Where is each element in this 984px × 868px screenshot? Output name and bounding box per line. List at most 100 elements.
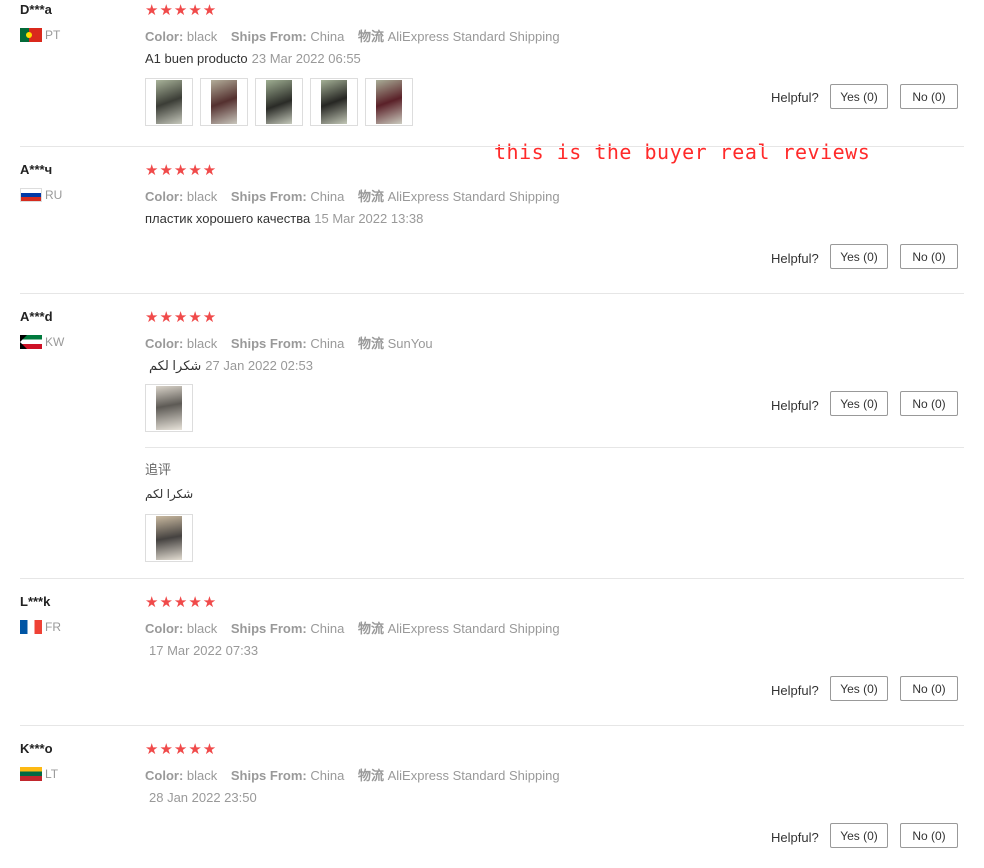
review-attributes: Color: black Ships From: China 物流 AliExp… [145,186,570,205]
helpful-label: Helpful? [771,251,819,266]
review-attributes: Color: black Ships From: China 物流 AliExp… [145,765,570,784]
logistics-label: 物流 [357,189,384,204]
annotation-overlay-text: this is the buyer real reviews [494,140,871,164]
color-value: black [186,189,218,204]
helpful-yes-button[interactable]: Yes (0) [830,391,888,416]
followup-label: 追评 [145,462,172,477]
review-date: 23 Mar 2022 06:55 [251,51,361,66]
reviewer-country: LT [20,767,58,781]
country-code: RU [45,188,63,202]
ships-from-value: China [310,621,345,636]
color-label: Color: [145,621,184,636]
followup-divider [145,447,964,448]
helpful-yes-button[interactable]: Yes (0) [830,84,888,109]
reviewer-name: A***ч [20,162,53,177]
review-feedback: A1 buen producto 23 Mar 2022 06:55 [145,51,361,66]
followup-text: شكرا لكم [145,487,194,501]
review-photo-thumbnail[interactable] [365,78,413,126]
review-photo-thumbnail[interactable] [200,78,248,126]
logistics-label: 物流 [357,621,384,636]
helpful-yes-button[interactable]: Yes (0) [830,676,888,701]
helpful-no-button[interactable]: No (0) [900,676,958,701]
review-date: 27 Jan 2022 02:53 [205,358,313,373]
review-feedback: 28 Jan 2022 23:50 [149,790,257,805]
review-photo-thumbnail[interactable] [145,78,193,126]
france-flag-icon [20,620,42,634]
review-divider [20,146,964,147]
kuwait-flag-icon [20,335,42,349]
color-value: black [186,29,218,44]
helpful-no-button[interactable]: No (0) [900,84,958,109]
review-photo-thumbnail[interactable] [310,78,358,126]
reviewer-country: RU [20,188,62,202]
reviewer-country: PT [20,28,60,42]
review-feedback: пластик хорошего качества 15 Mar 2022 13:… [145,211,423,226]
star-rating: ★★★★★ [145,594,218,611]
ships-from-value: China [310,29,345,44]
review-attributes: Color: black Ships From: China 物流 AliExp… [145,26,570,45]
country-code: PT [45,28,61,42]
helpful-label: Helpful? [771,830,819,845]
review-date: 28 Jan 2022 23:50 [149,790,257,805]
color-value: black [186,336,218,351]
russia-flag-icon [20,188,42,202]
ships-from-label: Ships From: [230,336,307,351]
reviewer-name: D***a [20,2,52,17]
shipping-value: AliExpress Standard Shipping [387,29,560,44]
helpful-label: Helpful? [771,398,819,413]
ships-from-label: Ships From: [230,768,307,783]
shipping-value: AliExpress Standard Shipping [387,189,560,204]
ships-from-value: China [310,768,345,783]
followup-photo-thumbnail[interactable] [145,514,193,562]
review-divider [20,578,964,579]
review-photo-thumbnail[interactable] [255,78,303,126]
helpful-no-button[interactable]: No (0) [900,391,958,416]
helpful-yes-button[interactable]: Yes (0) [830,823,888,848]
helpful-label: Helpful? [771,90,819,105]
helpful-yes-button[interactable]: Yes (0) [830,244,888,269]
review-text: A1 buen producto [145,51,248,66]
review-photo-thumbnail[interactable] [145,384,193,432]
portugal-flag-icon [20,28,42,42]
shipping-value: AliExpress Standard Shipping [387,768,560,783]
reviewer-name: L***k [20,594,51,609]
star-rating: ★★★★★ [145,162,218,179]
review-divider [20,293,964,294]
ships-from-value: China [310,336,345,351]
review-divider [20,725,964,726]
review-attributes: Color: black Ships From: China 物流 AliExp… [145,618,570,637]
star-rating: ★★★★★ [145,2,218,19]
review-feedback: شكرا لكم 27 Jan 2022 02:53 [149,358,313,374]
star-rating: ★★★★★ [145,309,218,326]
helpful-no-button[interactable]: No (0) [900,823,958,848]
helpful-label: Helpful? [771,683,819,698]
lithuania-flag-icon [20,767,42,781]
logistics-label: 物流 [357,29,384,44]
star-rating: ★★★★★ [145,741,218,758]
ships-from-label: Ships From: [230,189,307,204]
reviewer-name: A***d [20,309,53,324]
color-value: black [186,621,218,636]
shipping-value: AliExpress Standard Shipping [387,621,560,636]
logistics-label: 物流 [357,336,384,351]
color-label: Color: [145,189,184,204]
review-text: شكرا لكم [149,358,202,373]
color-label: Color: [145,29,184,44]
ships-from-label: Ships From: [230,621,307,636]
ships-from-label: Ships From: [230,29,307,44]
country-code: FR [45,620,61,634]
color-value: black [186,768,218,783]
country-code: LT [45,767,59,781]
review-date: 15 Mar 2022 13:38 [314,211,424,226]
helpful-no-button[interactable]: No (0) [900,244,958,269]
review-date: 17 Mar 2022 07:33 [149,643,259,658]
shipping-value: SunYou [387,336,433,351]
country-code: KW [45,335,65,349]
reviewer-country: FR [20,620,61,634]
review-attributes: Color: black Ships From: China 物流 SunYou [145,333,443,352]
color-label: Color: [145,768,184,783]
reviewer-name: K***o [20,741,53,756]
review-feedback: 17 Mar 2022 07:33 [149,643,258,658]
color-label: Color: [145,336,184,351]
ships-from-value: China [310,189,345,204]
